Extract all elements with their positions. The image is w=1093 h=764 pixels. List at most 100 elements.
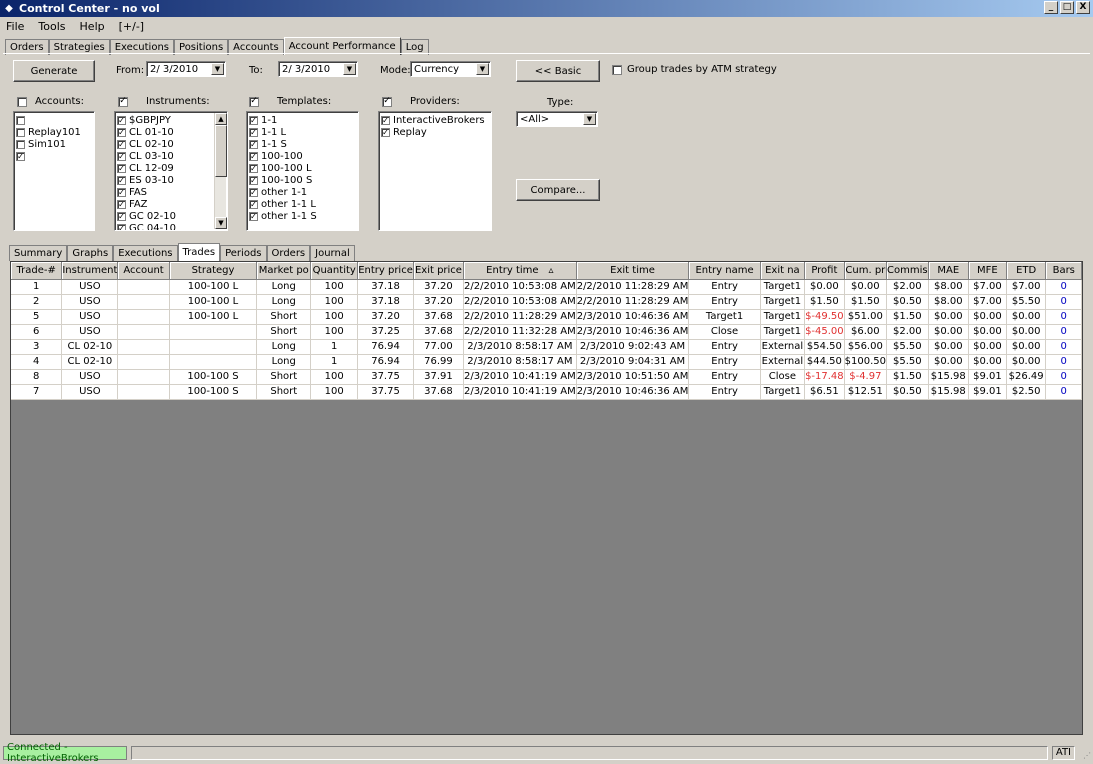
- column-header[interactable]: Entry name: [688, 262, 761, 280]
- instrument-checkbox[interactable]: ✓: [117, 223, 126, 230]
- list-item[interactable]: ✓ other 1-1 S: [249, 210, 356, 222]
- instrument-checkbox[interactable]: ✓: [117, 187, 126, 197]
- providers-all-checkbox[interactable]: ✓: [382, 96, 392, 107]
- compare-button[interactable]: Compare...: [516, 179, 600, 201]
- list-item[interactable]: ✓ FAZ: [117, 198, 225, 210]
- list-item[interactable]: ✓ $GBPJPY: [117, 114, 225, 126]
- instruments-all-checkbox[interactable]: ✓: [118, 96, 128, 107]
- provider-checkbox[interactable]: ✓: [381, 127, 390, 137]
- list-item[interactable]: ✓ GC 02-10: [117, 210, 225, 222]
- list-item[interactable]: Replay101: [16, 126, 92, 138]
- instrument-checkbox[interactable]: ✓: [117, 211, 126, 221]
- column-header[interactable]: Market po: [256, 262, 312, 280]
- table-row[interactable]: 1 USO 100-100 L Long 100 37.18 37.20 2/2/2010 1…: [11, 279, 1082, 295]
- instrument-checkbox[interactable]: ✓: [117, 163, 126, 173]
- providers-list[interactable]: ✓ InteractiveBrokers ✓ Replay: [378, 111, 492, 231]
- tab-executions-sub[interactable]: Executions: [113, 245, 178, 261]
- list-item[interactable]: [16, 114, 92, 126]
- table-row[interactable]: 3 CL 02-10 Long 1 76.94 77.00 2/3/2010 8:58:17…: [11, 339, 1082, 355]
- table-row[interactable]: 7 USO 100-100 S Short 100 37.75 37.68 2/3/2010 …: [11, 384, 1082, 400]
- from-date-picker[interactable]: 2/ 3/2010 ▼: [146, 61, 226, 77]
- template-checkbox[interactable]: ✓: [249, 163, 258, 173]
- tab-orders-sub[interactable]: Orders: [266, 245, 311, 261]
- tab-journal[interactable]: Journal: [310, 245, 355, 261]
- menu-file[interactable]: File: [6, 20, 24, 33]
- column-header[interactable]: Quantity: [310, 262, 359, 280]
- mode-select[interactable]: Currency ▼: [410, 61, 491, 77]
- list-item[interactable]: ✓ GC 04-10: [117, 222, 225, 230]
- chevron-down-icon[interactable]: ▼: [343, 63, 356, 75]
- column-header[interactable]: Exit price: [413, 262, 465, 280]
- maximize-button[interactable]: □: [1060, 1, 1074, 14]
- instrument-checkbox[interactable]: ✓: [117, 115, 126, 125]
- template-checkbox[interactable]: ✓: [249, 139, 258, 149]
- instrument-checkbox[interactable]: ✓: [117, 175, 126, 185]
- column-header[interactable]: MFE: [968, 262, 1007, 280]
- column-header[interactable]: Profit: [804, 262, 845, 280]
- column-header[interactable]: Trade-#: [11, 262, 63, 280]
- column-header[interactable]: Cum. pr: [844, 262, 888, 280]
- list-item[interactable]: ✓ other 1-1 L: [249, 198, 356, 210]
- instrument-checkbox[interactable]: ✓: [117, 199, 126, 209]
- table-row[interactable]: 6 USO Short 100 37.25 37.68 2/2/2010 11:32:28 …: [11, 324, 1082, 340]
- instruments-list[interactable]: ✓ $GBPJPY ✓ CL 01-10 ✓ CL 02-10 ✓ CL 03-10 ✓…: [114, 111, 228, 231]
- resize-grip-icon[interactable]: ⋰: [1083, 751, 1091, 760]
- tab-graphs[interactable]: Graphs: [67, 245, 114, 261]
- generate-button[interactable]: Generate: [13, 60, 95, 82]
- column-header[interactable]: Exit time: [576, 262, 690, 280]
- column-header[interactable]: Instrument: [61, 262, 119, 280]
- basic-button[interactable]: << Basic: [516, 60, 600, 82]
- minimize-button[interactable]: _: [1044, 1, 1058, 14]
- instruments-scrollbar[interactable]: ▲ ▼: [214, 113, 227, 229]
- column-header[interactable]: Account: [117, 262, 170, 280]
- list-item[interactable]: ✓ CL 01-10: [117, 126, 225, 138]
- accounts-list[interactable]: Replay101 Sim101 ✓: [13, 111, 95, 231]
- column-header[interactable]: Strategy: [169, 262, 258, 280]
- scroll-down-icon[interactable]: ▼: [215, 217, 227, 229]
- close-button[interactable]: X: [1076, 1, 1090, 14]
- tab-summary[interactable]: Summary: [9, 245, 68, 261]
- column-header[interactable]: Bars: [1045, 262, 1082, 280]
- template-checkbox[interactable]: ✓: [249, 127, 258, 137]
- trades-grid[interactable]: Trade-# Instrument Account Strategy Market p…: [10, 261, 1083, 735]
- column-header[interactable]: Exit na: [760, 262, 806, 280]
- account-checkbox[interactable]: [16, 127, 25, 137]
- instrument-checkbox[interactable]: ✓: [117, 139, 126, 149]
- column-header[interactable]: Commis: [886, 262, 929, 280]
- list-item[interactable]: Sim101: [16, 138, 92, 150]
- instrument-checkbox[interactable]: ✓: [117, 151, 126, 161]
- list-item[interactable]: ✓ 1-1 S: [249, 138, 356, 150]
- chevron-down-icon[interactable]: ▼: [583, 113, 596, 125]
- type-select[interactable]: <All> ▼: [516, 111, 598, 127]
- list-item[interactable]: ✓ CL 02-10: [117, 138, 225, 150]
- list-item[interactable]: ✓ 100-100 S: [249, 174, 356, 186]
- account-checkbox[interactable]: [16, 139, 25, 149]
- menu-tools[interactable]: Tools: [38, 20, 65, 33]
- template-checkbox[interactable]: ✓: [249, 115, 258, 125]
- provider-checkbox[interactable]: ✓: [381, 115, 390, 125]
- group-trades-checkbox[interactable]: Group trades by ATM strategy: [612, 64, 777, 75]
- list-item[interactable]: ✓ ES 03-10: [117, 174, 225, 186]
- column-header[interactable]: Entry price: [357, 262, 414, 280]
- templates-all-checkbox[interactable]: ✓: [249, 96, 259, 107]
- menu-help[interactable]: Help: [80, 20, 105, 33]
- template-checkbox[interactable]: ✓: [249, 199, 258, 209]
- list-item[interactable]: ✓ 1-1: [249, 114, 356, 126]
- menu-toggle[interactable]: [+/-]: [119, 20, 144, 33]
- group-trades-check[interactable]: [612, 64, 622, 75]
- template-checkbox[interactable]: ✓: [249, 187, 258, 197]
- instrument-checkbox[interactable]: ✓: [117, 127, 126, 137]
- column-header[interactable]: ETD: [1006, 262, 1047, 280]
- list-item[interactable]: ✓ Replay: [381, 126, 489, 138]
- list-item[interactable]: ✓: [16, 150, 92, 162]
- scroll-up-icon[interactable]: ▲: [215, 113, 227, 125]
- chevron-down-icon[interactable]: ▼: [476, 63, 489, 75]
- list-item[interactable]: ✓ CL 12-09: [117, 162, 225, 174]
- column-header[interactable]: Entry time ▵: [463, 262, 577, 280]
- table-row[interactable]: 8 USO 100-100 S Short 100 37.75 37.91 2/3/2010 …: [11, 369, 1082, 385]
- account-checkbox[interactable]: [16, 115, 25, 125]
- account-checkbox[interactable]: ✓: [16, 151, 25, 161]
- list-item[interactable]: ✓ FAS: [117, 186, 225, 198]
- to-date-picker[interactable]: 2/ 3/2010 ▼: [278, 61, 358, 77]
- templates-list[interactable]: ✓ 1-1 ✓ 1-1 L ✓ 1-1 S ✓ 100-100 ✓ 100-100 L ✓…: [246, 111, 359, 231]
